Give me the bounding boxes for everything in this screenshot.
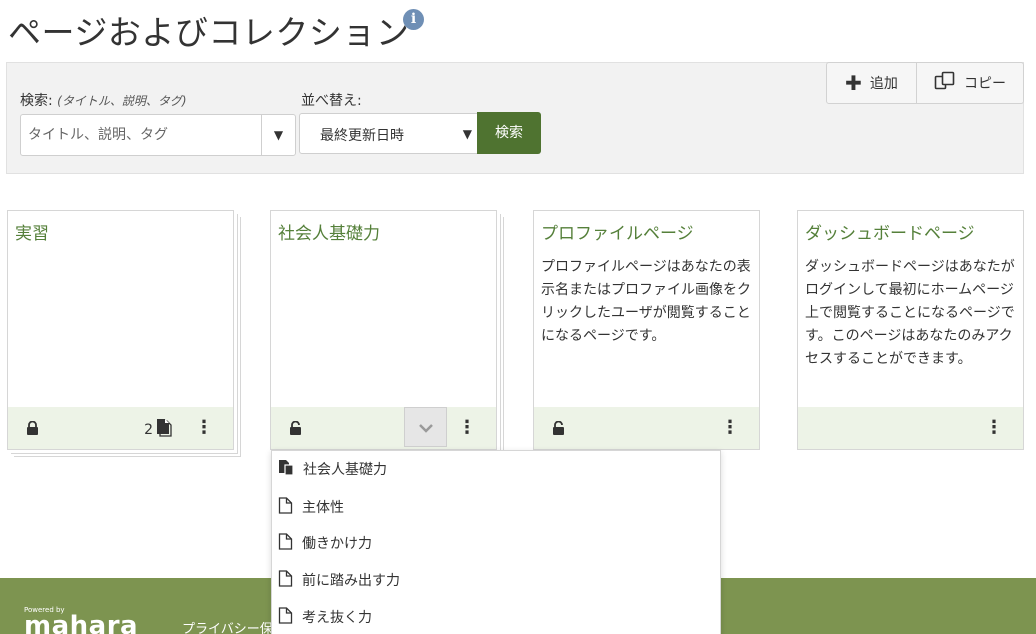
sort-select-value: 最終更新日時 [320,128,404,144]
card-title[interactable]: プロファイルページ [541,219,694,244]
mahara-logo[interactable]: mahara [24,611,138,634]
sort-dropdown-icon: ▼ [462,127,472,141]
search-label: 検索: (タイトル、説明、タグ) [20,90,187,110]
page-title: ページおよびコレクション [8,13,410,52]
copy-icon [934,71,956,95]
card-description: ダッシュボードページはあなたがログインして最初にホームページ上で閲覧することにな… [805,259,1015,367]
card-collection-shakaijin[interactable]: 社会人基礎力 ⋮ [270,210,497,450]
card-footer: ⋮ [798,407,1023,449]
kebab-menu-icon[interactable]: ⋮ [195,419,213,437]
dropdown-item-page[interactable]: 考え抜く力 [278,605,372,629]
page-icon [278,606,293,628]
search-combo: ▼ [20,114,296,156]
page-icon [278,496,293,518]
info-icon[interactable]: i [403,9,424,30]
unlock-icon [552,420,565,439]
expand-pages-button[interactable] [404,407,447,447]
page-icon [278,569,293,591]
plus-icon: ✚ [845,71,862,95]
search-label-text: 検索: [20,93,53,109]
copy-button-label: コピー [964,76,1006,92]
dropdown-item-page[interactable]: 働きかけ力 [278,531,372,555]
search-filter-dropdown-icon[interactable]: ▼ [261,115,295,155]
add-button[interactable]: ✚ 追加 [826,62,917,104]
pages-icon [156,418,173,441]
kebab-menu-icon[interactable]: ⋮ [721,419,739,437]
dropdown-item-label: 主体性 [302,500,344,516]
page-count-number: 2 [144,421,153,438]
copy-button[interactable]: コピー [917,62,1024,104]
lock-icon [26,420,39,439]
page-count: 2 [144,418,173,441]
kebab-menu-icon[interactable]: ⋮ [985,419,1003,437]
search-button[interactable]: 検索 [477,112,541,154]
card-description: プロファイルページはあなたの表示名またはプロファイル画像をクリックしたユーザが閲… [541,259,751,344]
sort-select[interactable]: 最終更新日時 ▼ [299,113,483,154]
card-footer: 2 ⋮ [8,407,233,449]
dropdown-item-label: 社会人基礎力 [303,462,387,478]
dropdown-item-page[interactable]: 主体性 [278,495,344,519]
page-icon [278,532,293,554]
chevron-down-icon [418,424,433,433]
add-button-label: 追加 [869,76,898,92]
card-title[interactable]: 社会人基礎力 [278,219,380,244]
unlock-icon [289,420,302,439]
card-page-profile[interactable]: プロファイルページ プロファイルページはあなたの表示名またはプロファイル画像をク… [533,210,760,450]
search-input[interactable] [21,115,261,155]
search-label-hint: (タイトル、説明、タグ) [57,94,187,108]
kebab-menu-icon[interactable]: ⋮ [458,419,476,437]
dropdown-item-collection[interactable]: 社会人基礎力 [278,457,387,481]
dropdown-item-label: 前に踏み出す力 [302,573,400,589]
dropdown-item-label: 考え抜く力 [302,610,372,626]
dropdown-item-page[interactable]: 前に踏み出す力 [278,568,400,592]
card-footer: ⋮ [271,407,496,449]
sort-label: 並べ替え: [301,93,362,109]
card-title[interactable]: ダッシュボードページ [805,219,975,244]
collection-pages-dropdown: 社会人基礎力 主体性 働きかけ力 前に踏み出す力 考え抜く力 [271,450,721,634]
footer-link-privacy[interactable]: プライバシー保 [182,618,273,634]
card-collection-jisshu[interactable]: 実習 2 ⋮ [7,210,234,450]
dropdown-item-label: 働きかけ力 [302,536,372,552]
collection-icon [278,459,294,480]
action-button-group: ✚ 追加 コピー [826,62,1024,104]
card-title[interactable]: 実習 [15,219,49,244]
card-footer: ⋮ [534,407,759,449]
card-page-dashboard[interactable]: ダッシュボードページ ダッシュボードページはあなたがログインして最初にホームペー… [797,210,1024,450]
